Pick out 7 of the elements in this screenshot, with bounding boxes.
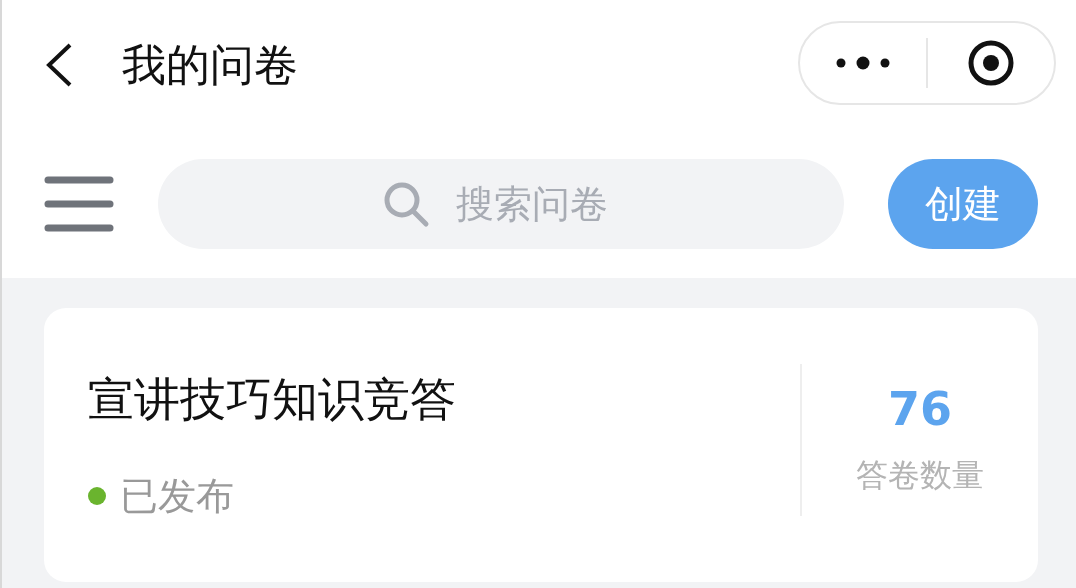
search-field[interactable]: 搜索问卷 <box>158 159 844 249</box>
survey-title: 宣讲技巧知识竞答 <box>88 370 457 428</box>
count-label: 答卷数量 <box>856 455 984 496</box>
page-title: 我的问卷 <box>122 37 299 92</box>
status-label: 已发布 <box>120 472 234 520</box>
survey-card[interactable]: 宣讲技巧知识竞答 已发布 76 答卷数量 <box>44 308 1038 582</box>
response-count: 76 <box>888 382 952 436</box>
